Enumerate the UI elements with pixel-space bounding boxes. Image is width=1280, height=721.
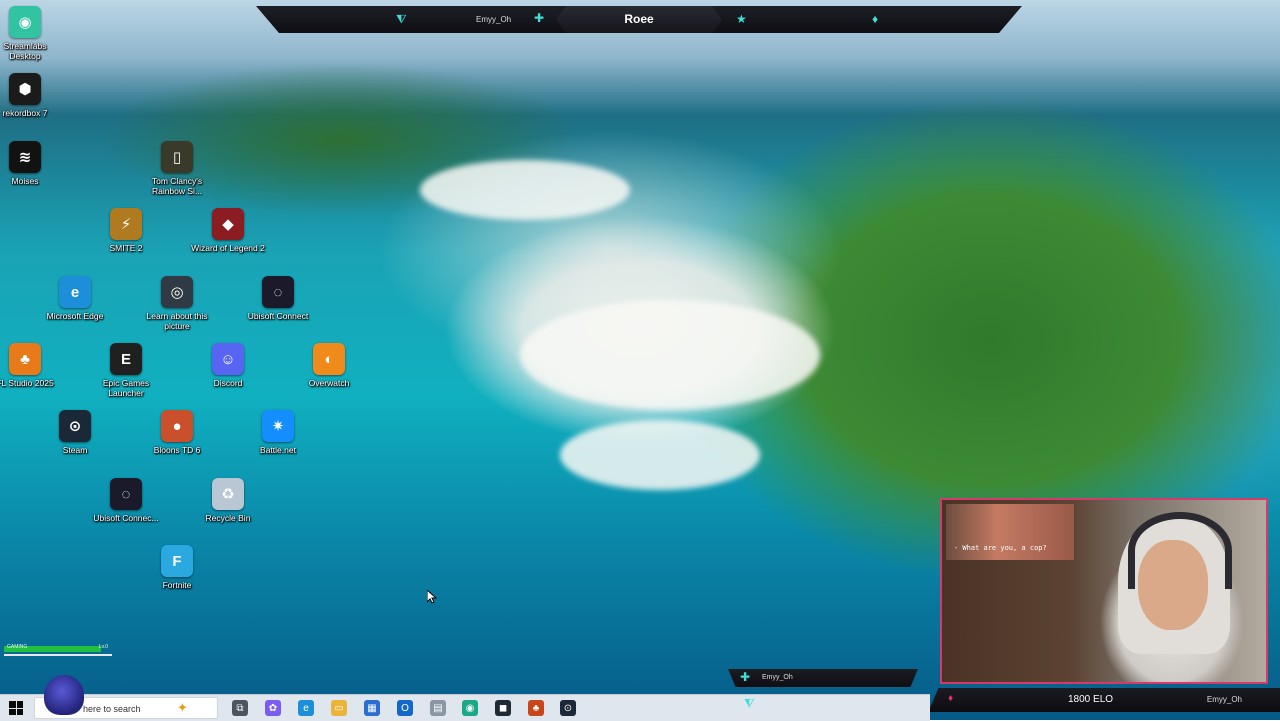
desktop-icon-label: Discord xyxy=(213,378,243,388)
desktop-icon[interactable]: ◌ Ubisoft Connect xyxy=(240,276,316,321)
file-explorer-icon[interactable]: ▭ xyxy=(331,700,347,716)
desktop-icon-label: Wizard of Legend 2 xyxy=(191,243,265,253)
webcam-subtitle: - What are you, a cop? xyxy=(954,544,1047,552)
stream-name-tag: ✚ Emyy_Oh xyxy=(728,669,918,687)
smite-icon: ⚡ xyxy=(110,208,142,240)
moises-icon: ≋ xyxy=(9,141,41,173)
headset-icon xyxy=(1128,512,1232,589)
store-icon[interactable]: ▦ xyxy=(364,700,380,716)
desktop-icon[interactable]: ◌ Ubisoft Connec... xyxy=(88,478,164,523)
desktop-icon-label: FL Studio 2025 xyxy=(0,378,54,388)
taskbar: here to search ✦ ⧉ ✿ e ▭ ▦ O ▤ ◉ ◼ ♣ ⊙ xyxy=(0,694,930,721)
desktop-icon-label: Bloons TD 6 xyxy=(153,445,201,455)
webcam-frame: - What are you, a cop? xyxy=(940,498,1268,684)
desktop-icon[interactable]: ◉ Streamlabs Desktop xyxy=(0,6,63,61)
plus-icon: ✚ xyxy=(740,670,751,684)
battlenet-icon: ✷ xyxy=(262,410,294,442)
desktop-icon[interactable]: ● Bloons TD 6 xyxy=(139,410,215,455)
desktop-icon-label: Ubisoft Connec... xyxy=(93,513,159,523)
gem-icon: ♦ xyxy=(948,693,954,704)
copilot-icon[interactable]: ✿ xyxy=(265,700,281,716)
desktop-icon[interactable]: ⊙ Steam xyxy=(37,410,113,455)
desktop-icon[interactable]: ⚡ SMITE 2 xyxy=(88,208,164,253)
cam-username: Emyy_Oh xyxy=(1206,695,1242,704)
overlay-mark-icon: ⧨ xyxy=(396,12,407,26)
desktop-icon[interactable]: ◆ Wizard of Legend 2 xyxy=(190,208,266,253)
hud-left-label: GAMING xyxy=(7,644,28,650)
desktop-icon-label: Learn about this picture xyxy=(146,311,208,331)
wallpaper-sand xyxy=(420,160,630,220)
app-icon[interactable]: ▤ xyxy=(430,700,446,716)
webcam-info-bar: ♦ 1800 ELO Emyy_Oh xyxy=(928,688,1280,712)
desktop-icon[interactable]: F Fortnite xyxy=(139,545,215,590)
desktop-icon-label: Battle.net xyxy=(260,445,296,455)
bloons-icon: ● xyxy=(161,410,193,442)
top-bar-left-name: Emyy_Oh xyxy=(476,15,512,24)
ubisoft-icon: ◌ xyxy=(262,276,294,308)
desktop-icon-label: SMITE 2 xyxy=(109,243,143,253)
fortnite-icon: F xyxy=(161,545,193,577)
desktop-icon[interactable]: ◎ Learn about this picture xyxy=(139,276,215,331)
desktop-icon[interactable]: ☺ Discord xyxy=(190,343,266,388)
top-bar-center-name: Roee xyxy=(556,6,722,33)
desktop-icon[interactable]: E Epic Games Launcher xyxy=(88,343,164,398)
desktop-icon[interactable]: ▯ Tom Clancy's Rainbow Si... xyxy=(139,141,215,196)
wallpaper-sand xyxy=(560,420,760,490)
desktop-icon-label: Ubisoft Connect xyxy=(247,311,309,321)
drop-icon: ♦ xyxy=(872,12,879,26)
desktop-icon-label: rekordbox 7 xyxy=(2,108,48,118)
desktop-icon-label: Moises xyxy=(11,176,39,186)
desktop-icon-label: Steam xyxy=(62,445,88,455)
desktop-icon[interactable]: ♻ Recycle Bin xyxy=(190,478,266,523)
mouse-cursor-icon xyxy=(427,590,437,604)
desktop-icon[interactable]: ⬢ rekordbox 7 xyxy=(0,73,63,118)
fl-studio-icon[interactable]: ♣ xyxy=(528,700,544,716)
wizard-of-legend-icon: ◆ xyxy=(212,208,244,240)
overlay-mark-icon: ⧨ xyxy=(744,696,755,710)
hud-right-label: Lv.0 xyxy=(98,644,108,650)
desktop-icon-label: Streamlabs Desktop xyxy=(3,41,47,61)
desktop-icon-label: Tom Clancy's Rainbow Si... xyxy=(151,176,203,196)
streamlabs-icon: ◉ xyxy=(9,6,41,38)
desktop-icon-label: Microsoft Edge xyxy=(46,311,104,321)
desktop-icon-label: Recycle Bin xyxy=(205,513,251,523)
steam-icon: ⊙ xyxy=(59,410,91,442)
desktop-icon[interactable]: ◐ Overwatch xyxy=(291,343,367,388)
ubisoft-icon: ◌ xyxy=(110,478,142,510)
edge-icon[interactable]: e xyxy=(298,700,314,716)
overwatch-icon: ◐ xyxy=(313,343,345,375)
search-highlight-icon: ✦ xyxy=(177,700,188,715)
rainbow-six-icon: ▯ xyxy=(161,141,193,173)
recycle-bin-icon: ♻ xyxy=(212,478,244,510)
edge-icon: e xyxy=(59,276,91,308)
wallpaper-sand xyxy=(520,300,820,410)
rekordbox-icon: ⬢ xyxy=(9,73,41,105)
discord-icon: ☺ xyxy=(212,343,244,375)
epic-games-icon: E xyxy=(110,343,142,375)
desktop-icon[interactable]: ♣ FL Studio 2025 xyxy=(0,343,63,388)
desktop-icon-label: Fortnite xyxy=(162,580,192,590)
name-tag-text: Emyy_Oh xyxy=(762,674,793,681)
hud-meter: GAMING Lv.0 xyxy=(4,644,112,658)
desktop-icon-label: Epic Games Launcher xyxy=(102,378,150,398)
plus-icon: ✚ xyxy=(534,11,545,25)
desktop-icon[interactable]: e Microsoft Edge xyxy=(37,276,113,321)
streamlabs-icon[interactable]: ◉ xyxy=(462,700,478,716)
elo-rating: 1800 ELO xyxy=(1068,694,1114,705)
outlook-icon[interactable]: O xyxy=(397,700,413,716)
hud-underline xyxy=(4,654,112,656)
overlay-mascot-icon xyxy=(44,675,84,715)
fl-studio-icon: ♣ xyxy=(9,343,41,375)
desktop-icon-label: Overwatch xyxy=(308,378,350,388)
desktop-icon[interactable]: ✷ Battle.net xyxy=(240,410,316,455)
app-dark-icon[interactable]: ◼ xyxy=(495,700,511,716)
stream-top-bar: ⧨ Emyy_Oh ✚ Roee ★ ♦ xyxy=(256,6,1022,33)
camera-icon: ◎ xyxy=(161,276,193,308)
steam-icon[interactable]: ⊙ xyxy=(560,700,576,716)
search-placeholder: here to search xyxy=(83,704,141,714)
desktop-icon[interactable]: ≋ Moises xyxy=(0,141,63,186)
task-view-icon[interactable]: ⧉ xyxy=(232,700,248,716)
windows-start-icon[interactable] xyxy=(9,701,23,715)
star-icon: ★ xyxy=(736,12,747,26)
